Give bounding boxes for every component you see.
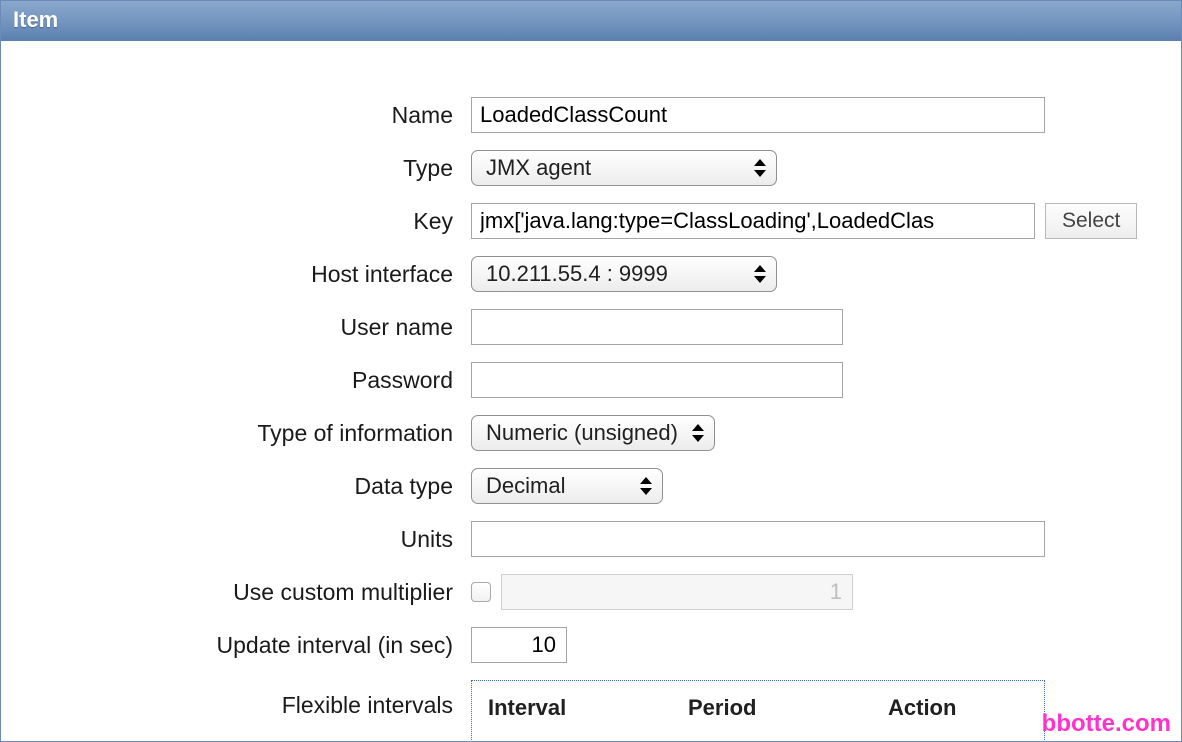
key-input[interactable]: [471, 203, 1035, 239]
update-interval-input[interactable]: [471, 627, 567, 663]
type-select-value: JMX agent: [486, 155, 591, 181]
data-type-select[interactable]: Decimal: [471, 468, 663, 504]
col-interval: Interval: [488, 695, 688, 721]
item-form: Name Type JMX agent Key Select Host inte…: [1, 41, 1181, 742]
label-data-type: Data type: [1, 473, 471, 500]
type-of-information-select[interactable]: Numeric (unsigned): [471, 415, 715, 451]
host-interface-select[interactable]: 10.211.55.4 : 9999: [471, 256, 777, 292]
chevron-updown-icon: [640, 477, 652, 495]
name-input[interactable]: [471, 97, 1045, 133]
label-password: Password: [1, 367, 471, 394]
col-period: Period: [688, 695, 888, 721]
use-custom-multiplier-checkbox[interactable]: [471, 582, 491, 602]
units-input[interactable]: [471, 521, 1045, 557]
panel-title: Item: [1, 1, 1181, 41]
host-interface-value: 10.211.55.4 : 9999: [486, 261, 668, 287]
custom-multiplier-input: [501, 574, 853, 610]
item-panel: Item Name Type JMX agent Key Select: [0, 0, 1182, 742]
col-action: Action: [888, 695, 1028, 721]
label-custom-multiplier: Use custom multiplier: [1, 579, 471, 606]
label-update-interval: Update interval (in sec): [1, 632, 471, 659]
chevron-updown-icon: [754, 159, 766, 177]
type-select[interactable]: JMX agent: [471, 150, 777, 186]
chevron-updown-icon: [754, 265, 766, 283]
label-host-interface: Host interface: [1, 261, 471, 288]
label-user-name: User name: [1, 314, 471, 341]
flexible-intervals-header: Interval Period Action: [488, 695, 1028, 721]
watermark: bbotte.com: [1042, 710, 1171, 738]
type-of-information-value: Numeric (unsigned): [486, 420, 678, 446]
label-name: Name: [1, 102, 471, 129]
label-units: Units: [1, 526, 471, 553]
data-type-value: Decimal: [486, 473, 565, 499]
user-name-input[interactable]: [471, 309, 843, 345]
label-type: Type: [1, 155, 471, 182]
password-input[interactable]: [471, 362, 843, 398]
select-button[interactable]: Select: [1045, 203, 1137, 239]
flexible-intervals-box: Interval Period Action No flexible inter…: [471, 680, 1045, 742]
label-flexible-intervals: Flexible intervals: [1, 680, 471, 719]
label-type-information: Type of information: [1, 420, 471, 447]
label-key: Key: [1, 208, 471, 235]
chevron-updown-icon: [692, 424, 704, 442]
